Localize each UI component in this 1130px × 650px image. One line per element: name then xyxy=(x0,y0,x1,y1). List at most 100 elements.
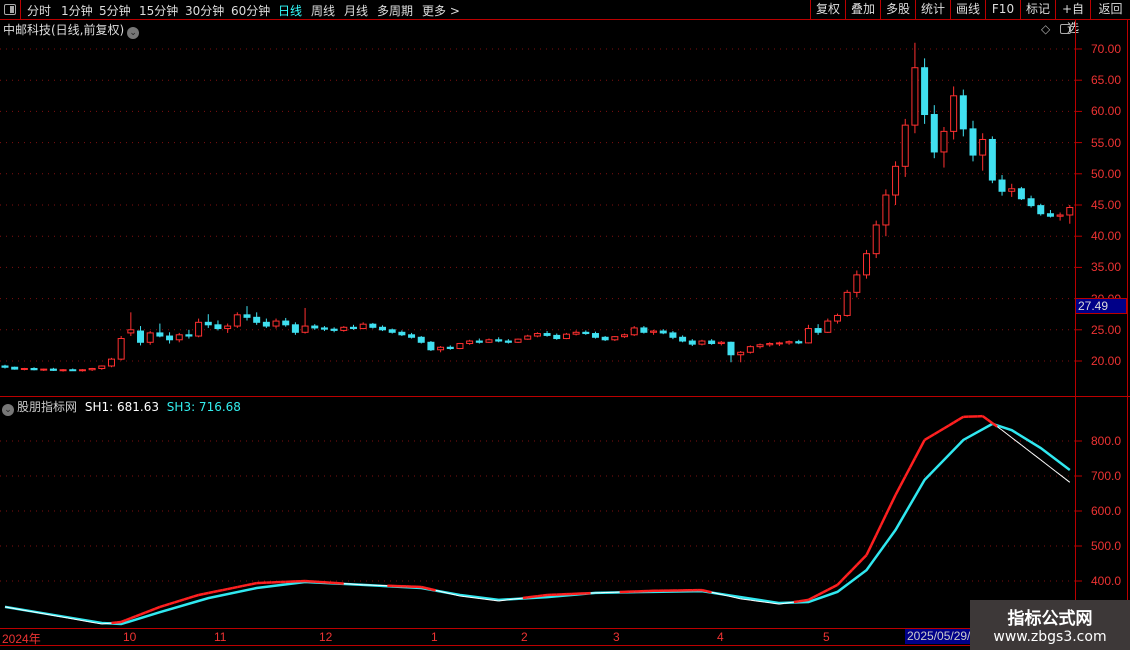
sh1-segment xyxy=(759,600,765,603)
candle-body xyxy=(998,179,1006,192)
sh1-segment xyxy=(981,415,989,421)
candle-body xyxy=(562,333,570,340)
sh1-segment xyxy=(193,593,199,598)
candle xyxy=(921,58,929,124)
candle xyxy=(379,325,387,332)
pane-divider xyxy=(0,396,1130,397)
indicator-tick-label: 800.0 xyxy=(1091,434,1122,448)
panel-toggle-icon[interactable] xyxy=(1060,24,1071,34)
sh1-segment xyxy=(464,596,470,598)
sh1-segment xyxy=(948,421,955,427)
chevron-down-icon[interactable]: ⌄ xyxy=(2,404,14,416)
sh1-segment xyxy=(237,584,243,589)
candle-body xyxy=(659,330,667,334)
candle-body xyxy=(204,321,212,326)
candle xyxy=(708,339,716,345)
candle xyxy=(969,120,977,162)
candle xyxy=(582,330,590,335)
candle-body xyxy=(795,341,803,344)
candle xyxy=(630,326,638,337)
price-tick-label: 20.00 xyxy=(1091,354,1122,368)
sh1-segment xyxy=(120,618,127,624)
sh1-segment xyxy=(904,466,912,478)
candle xyxy=(262,318,270,328)
sh1-segment xyxy=(846,569,853,576)
sh1-segment xyxy=(522,596,528,600)
candle-body xyxy=(291,324,299,333)
candle-body xyxy=(572,331,580,335)
sh1-segment xyxy=(1064,478,1071,483)
candle-body xyxy=(514,338,522,343)
candle xyxy=(591,331,599,339)
candle-body xyxy=(892,165,900,196)
candle xyxy=(185,329,193,339)
candle-body xyxy=(40,368,48,371)
watermark-title: 指标公式网 xyxy=(1007,609,1093,629)
candle xyxy=(98,365,106,370)
sh1-segment xyxy=(1006,433,1013,438)
candle-body xyxy=(843,291,851,316)
sh1-segment xyxy=(779,602,785,605)
candle xyxy=(621,333,629,338)
candle-body xyxy=(901,124,909,167)
candle-body xyxy=(543,333,551,336)
sh1-segment xyxy=(827,586,834,591)
sh1-segment xyxy=(701,588,708,593)
sh1-segment xyxy=(208,590,214,595)
sh1-segment xyxy=(474,597,480,599)
sh1-segment xyxy=(1016,440,1022,446)
candle-body xyxy=(485,339,493,343)
candle-body xyxy=(553,334,561,340)
sh3-value: SH3: 716.68 xyxy=(166,400,241,414)
candle xyxy=(863,249,871,279)
candle xyxy=(833,313,841,324)
candle-body xyxy=(524,335,532,340)
sh1-segment xyxy=(822,588,829,594)
sh1-segment xyxy=(111,621,117,625)
price-tick-label: 25.00 xyxy=(1091,322,1122,337)
candle-body xyxy=(737,351,745,356)
candle-body xyxy=(785,341,793,344)
price-tick-label: 55.00 xyxy=(1091,135,1122,150)
price-tick-label: 65.00 xyxy=(1091,73,1122,88)
candle xyxy=(369,322,377,329)
candle-body xyxy=(233,314,241,327)
sh1-segment xyxy=(469,596,475,599)
candle xyxy=(688,339,696,347)
axis-divider xyxy=(1075,20,1076,645)
sh1-segment xyxy=(991,422,998,428)
sh1-segment xyxy=(889,494,897,506)
sh1-segment xyxy=(513,598,519,600)
sh1-segment xyxy=(908,457,917,469)
sh1-segment xyxy=(1001,429,1008,435)
candle-body xyxy=(214,324,222,330)
sh1-segment xyxy=(986,418,994,425)
candle xyxy=(272,318,280,329)
candle xyxy=(1066,205,1074,224)
sh1-segment xyxy=(745,599,751,601)
sh1-segment xyxy=(251,581,257,586)
candle xyxy=(398,330,406,337)
diamond-icon[interactable]: ◇ xyxy=(1041,22,1050,36)
candle xyxy=(1008,183,1016,197)
candle-body xyxy=(1027,198,1035,207)
sh1-segment xyxy=(130,615,137,620)
sh1-segment xyxy=(923,435,931,442)
sh1-segment xyxy=(865,544,873,556)
candle-body xyxy=(1056,214,1064,217)
candle xyxy=(427,341,435,352)
candle-body xyxy=(804,328,812,344)
candle-body xyxy=(137,330,145,343)
candle xyxy=(253,312,261,325)
candle-body xyxy=(988,138,996,181)
candle xyxy=(466,339,474,345)
sh1-segment xyxy=(188,595,195,600)
sh1-segment xyxy=(203,591,209,596)
candle xyxy=(291,322,299,335)
indicator-name: 股朋指标网 xyxy=(17,400,78,414)
candle-body xyxy=(320,327,328,330)
sh1-segment xyxy=(217,588,224,593)
chevron-down-icon[interactable]: ⌄ xyxy=(127,27,140,39)
chart-canvas[interactable] xyxy=(0,0,1130,650)
candle-body xyxy=(369,323,377,328)
